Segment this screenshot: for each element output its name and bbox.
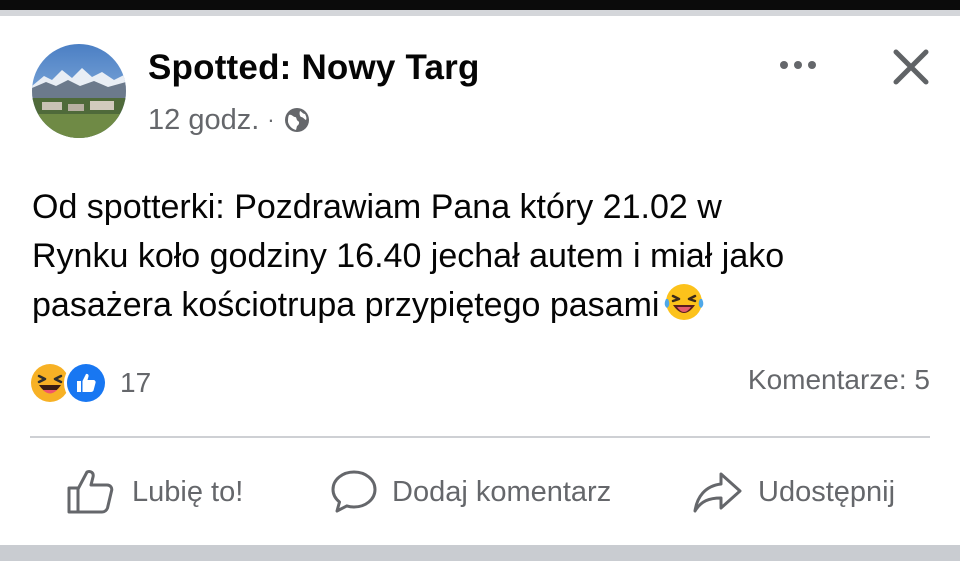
post-timestamp[interactable]: 12 godz. [148,104,259,137]
meta-separator: · [267,107,275,132]
like-reaction-icon [67,364,105,402]
post-text-line: Rynku koło godziny 16.40 jechał autem i … [32,237,785,275]
feed-separator-bottom [0,545,960,561]
avatar-image [32,44,126,138]
speech-bubble-icon [331,470,377,513]
comments-count-link[interactable]: Komentarze: 5 [748,364,930,396]
status-bar-edge [0,0,960,10]
like-reaction-badge [64,361,108,405]
close-button[interactable] [888,44,934,90]
more-options-button[interactable] [774,50,822,80]
share-button[interactable]: Udostępnij [692,464,895,520]
like-button[interactable]: Lubię to! [66,464,243,520]
thumbs-up-icon [67,470,114,514]
comment-button-label: Dodaj komentarz [392,475,612,508]
page-avatar[interactable] [32,44,126,138]
reactions-summary[interactable]: 17 [30,361,152,405]
post-text-line: Od spotterki: Pozdrawiam Pana który 21.0… [32,188,722,226]
page-name[interactable]: Spotted: Nowy Targ [148,48,480,88]
laughing-tears-emoji-icon [665,284,704,320]
share-button-label: Udostępnij [758,475,896,508]
comment-button[interactable]: Dodaj komentarz [330,464,611,520]
close-icon [893,49,929,85]
like-button-label: Lubię to! [132,475,244,508]
post-body: Od spotterki: Pozdrawiam Pana który 21.0… [32,183,932,330]
share-arrow-icon [693,472,742,513]
post-text-line-content: pasażera kościotrupa przypiętego pasami [32,286,660,324]
post-actions-bar: Lubię to! Dodaj komentarz Udostępnij [0,456,960,532]
post-text-line-last: pasażera kościotrupa przypiętego pasami [32,281,932,330]
more-horizontal-icon [780,61,816,69]
globe-icon [284,108,309,132]
actions-divider [30,436,930,438]
reaction-count: 17 [120,367,152,398]
post-meta: 12 godz. · [148,103,311,137]
